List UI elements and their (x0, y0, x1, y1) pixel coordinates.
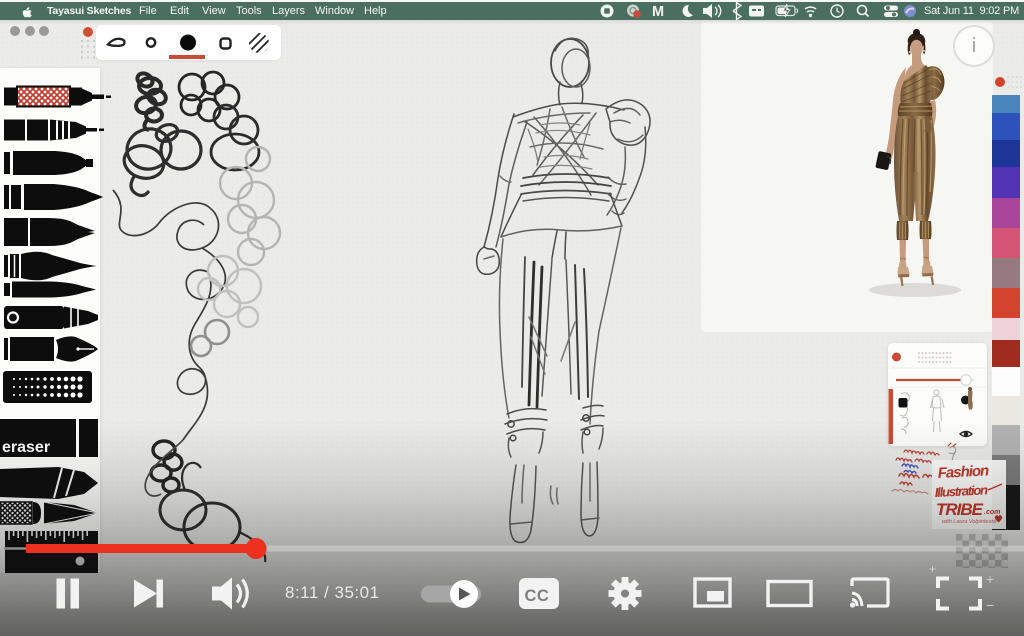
svg-text:M: M (652, 4, 664, 20)
svg-text:CC: CC (525, 587, 550, 605)
svg-text:−: − (986, 597, 994, 613)
svg-text:+: + (929, 562, 936, 576)
svg-text:+: + (986, 571, 994, 587)
